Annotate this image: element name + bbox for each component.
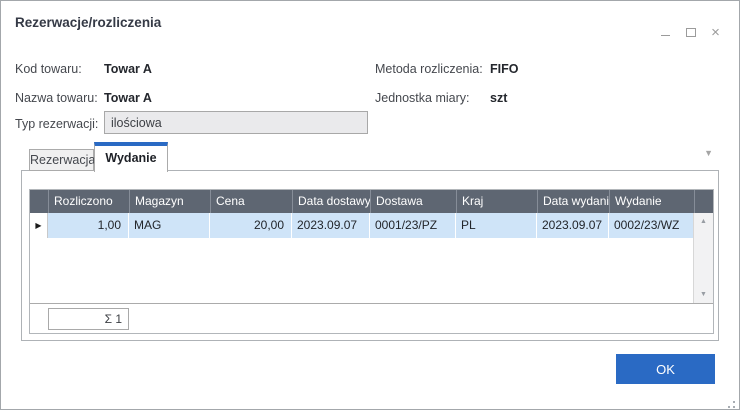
minimize-button[interactable] [659,26,672,39]
tab-overflow-dropdown-icon[interactable]: ▼ [704,148,713,158]
column-header-wydanie[interactable]: Wydanie [609,190,694,213]
ok-button[interactable]: OK [616,354,715,384]
resize-grip-icon[interactable] [723,401,725,403]
column-header-cena[interactable]: Cena [210,190,292,213]
tab-rezerwacja[interactable]: Rezerwacja [29,149,94,171]
column-header-rozliczono[interactable]: Rozliczono [48,190,129,213]
vertical-scrollbar[interactable]: ▲ ▼ [693,213,713,303]
table-row[interactable]: ▶ 1,00 MAG 20,00 2023.09.07 0001/23/PZ P… [30,213,713,238]
column-header-magazyn[interactable]: Magazyn [129,190,210,213]
scrollbar-header-stub [694,190,713,213]
row-marker-icon: ▶ [30,213,48,238]
column-header-dostawa[interactable]: Dostawa [370,190,456,213]
dialog-title: Rezerwacje/rozliczenia [15,15,161,30]
minimize-icon [661,35,670,37]
maximize-icon [686,28,696,37]
grid-summary-footer: Σ 1 [30,303,713,333]
scroll-down-icon[interactable]: ▼ [694,291,713,298]
indicator-header-cell [30,190,48,213]
item-code-value: Towar A [104,62,152,76]
reservations-dialog: Rezerwacje/rozliczenia × Kod towaru: Tow… [0,0,740,410]
cell-data-wydania: 2023.09.07 [537,213,609,238]
grid-header-row: Rozliczono Magazyn Cena Data dostawy Dos… [30,190,713,213]
unit-label: Jednostka miary: [375,91,469,105]
unit-value: szt [490,91,507,105]
settlement-method-value: FIFO [490,62,518,76]
item-code-label: Kod towaru: [15,62,82,76]
tab-content-panel: Rozliczono Magazyn Cena Data dostawy Dos… [21,170,719,341]
cell-rozliczono: 1,00 [48,213,129,238]
scroll-up-icon[interactable]: ▲ [694,218,713,225]
cell-wydanie: 0002/23/WZ [609,213,694,238]
reservation-type-label: Typ rezerwacji: [15,117,98,131]
reservation-type-field[interactable] [104,111,368,134]
cell-magazyn: MAG [129,213,210,238]
close-icon: × [711,26,720,39]
settlement-method-label: Metoda rozliczenia: [375,62,483,76]
column-header-data-dostawy[interactable]: Data dostawy [292,190,370,213]
column-header-kraj[interactable]: Kraj [456,190,537,213]
tab-wydanie[interactable]: Wydanie [94,142,168,172]
column-header-data-wydania[interactable]: Data wydania [537,190,609,213]
window-controls: × [659,26,722,39]
item-name-label: Nazwa towaru: [15,91,98,105]
summary-count-box: Σ 1 [48,308,129,330]
cell-kraj: PL [456,213,537,238]
item-name-value: Towar A [104,91,152,105]
maximize-button[interactable] [684,26,697,39]
cell-dostawa: 0001/23/PZ [370,213,456,238]
cell-cena: 20,00 [210,213,292,238]
cell-data-dostawy: 2023.09.07 [292,213,370,238]
close-button[interactable]: × [709,26,722,39]
settlements-grid: Rozliczono Magazyn Cena Data dostawy Dos… [29,189,714,334]
